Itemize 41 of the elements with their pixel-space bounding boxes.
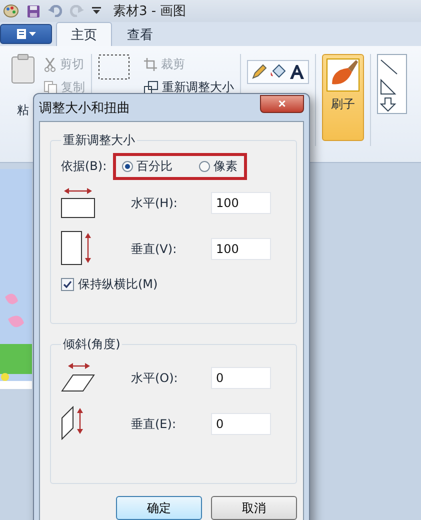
- menu-icon: [15, 29, 37, 39]
- paste-button[interactable]: 粘: [17, 102, 29, 119]
- ribbon-tab[interactable]: 主页: [56, 22, 112, 46]
- input-field[interactable]: 100: [211, 238, 271, 260]
- dialog-button[interactable]: 取消: [211, 496, 297, 520]
- pencil-icon[interactable]: [251, 64, 267, 80]
- scissors-icon[interactable]: [44, 58, 56, 72]
- basis-label: 依据(B):: [61, 158, 107, 175]
- radio-option[interactable]: 百分比: [122, 158, 173, 175]
- field-label: 水平(H):: [131, 194, 178, 212]
- input-field[interactable]: 0: [211, 413, 271, 435]
- checkmark-icon: [63, 280, 72, 289]
- ribbon-tab[interactable]: 查看: [112, 22, 168, 46]
- dropdown-icon[interactable]: [92, 7, 101, 15]
- field-label: 水平(O):: [131, 370, 179, 386]
- fill-bucket-icon[interactable]: [270, 64, 286, 80]
- brush-icon: [326, 58, 360, 92]
- brush-button[interactable]: 刷子: [322, 54, 364, 141]
- shapes-icon[interactable]: [377, 54, 407, 114]
- file-menu-button[interactable]: [0, 24, 52, 44]
- resize-button[interactable]: 重新调整大小: [162, 79, 234, 96]
- skew-horizontal-icon: [61, 362, 95, 392]
- skew-vertical-icon: [61, 406, 84, 440]
- field-label: 垂直(V):: [131, 240, 178, 258]
- window-title: 素材3 - 画图: [113, 3, 186, 20]
- select-icon[interactable]: [98, 54, 130, 80]
- crop-icon[interactable]: [144, 58, 157, 71]
- save-icon[interactable]: [27, 4, 40, 18]
- clipboard-icon[interactable]: [11, 54, 35, 84]
- palette-icon: [3, 4, 19, 18]
- input-field[interactable]: 100: [211, 192, 271, 214]
- group-title: 重新调整大小: [62, 132, 136, 149]
- group-title: 倾斜(角度): [62, 336, 122, 353]
- radio-option[interactable]: 像素: [198, 158, 238, 175]
- dialog-button[interactable]: 确定: [116, 496, 202, 520]
- width-resize-icon: [61, 186, 95, 218]
- input-field[interactable]: 0: [211, 367, 271, 389]
- keep-ratio-checkbox[interactable]: 保持纵横比(M): [61, 276, 286, 293]
- text-tool-icon[interactable]: [289, 64, 305, 80]
- field-label: 垂直(E):: [131, 416, 177, 432]
- dialog-title: 调整大小和扭曲: [39, 100, 130, 116]
